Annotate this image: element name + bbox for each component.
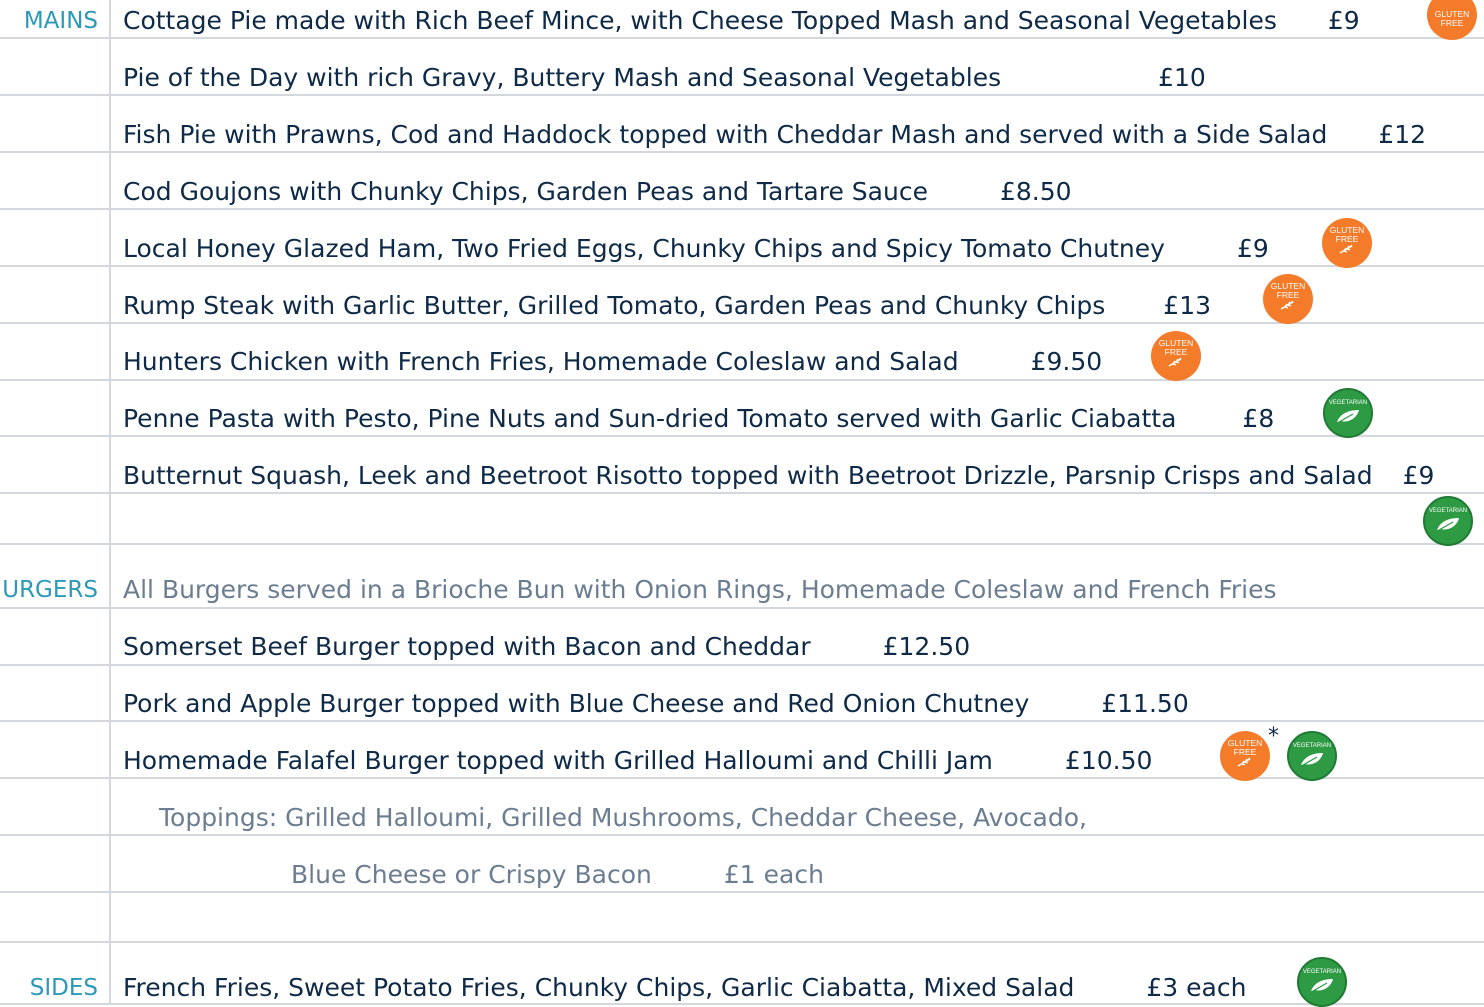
menu-item-name: Somerset Beef Burger topped with Bacon a…: [123, 632, 811, 661]
ruled-line: [0, 777, 1484, 779]
vegetarian-badge: VEGETARIAN: [1287, 731, 1337, 781]
ruled-line: [0, 37, 1484, 39]
ruled-line: [0, 720, 1484, 722]
menu-item: Pie of the Day with rich Gravy, Buttery …: [123, 63, 1206, 93]
gluten-free-badge: GLUTEN FREE: [1151, 331, 1201, 381]
gluten-free-badge-text: GLUTEN FREE: [1158, 338, 1194, 357]
menu-item-price: £8: [1242, 404, 1275, 433]
menu-item: Rump Steak with Garlic Butter, Grilled T…: [123, 291, 1211, 321]
vegetarian-badge-text: VEGETARIAN: [1292, 742, 1332, 749]
leaf-icon: [1311, 978, 1333, 992]
wheat-icon: [1237, 757, 1251, 767]
menu-item: Fish Pie with Prawns, Cod and Haddock to…: [123, 120, 1426, 150]
wheat-icon: [1339, 244, 1353, 254]
ruled-line: [0, 435, 1484, 437]
menu-item-price: £9: [1402, 461, 1435, 490]
vegetarian-badge: VEGETARIAN: [1323, 388, 1373, 438]
leaf-icon: [1337, 409, 1359, 423]
menu-item-price: £9: [1236, 234, 1269, 263]
ruled-line: [0, 94, 1484, 96]
section-label-sides: SIDES: [29, 975, 98, 1001]
menu-item-name: Homemade Falafel Burger topped with Gril…: [123, 746, 993, 775]
gluten-free-asterisk: *: [1268, 724, 1279, 749]
toppings-price: £1 each: [723, 860, 824, 889]
menu-item: Pork and Apple Burger topped with Blue C…: [123, 689, 1189, 719]
ruled-line: [0, 492, 1484, 494]
section-label-mains: MAINS: [23, 8, 98, 34]
vegetarian-badge: VEGETARIAN: [1423, 496, 1473, 546]
leaf-icon: [1301, 752, 1323, 766]
menu-item-name: Penne Pasta with Pesto, Pine Nuts and Su…: [123, 404, 1177, 433]
menu-item: Homemade Falafel Burger topped with Gril…: [123, 746, 1152, 776]
menu-item-price: £8.50: [999, 177, 1072, 206]
wheat-icon: [1280, 300, 1294, 310]
wheat-icon: [1168, 357, 1182, 367]
ruled-line: [0, 265, 1484, 267]
ruled-line: [0, 379, 1484, 381]
toppings-line-2: Blue Cheese or Crispy Bacon £1 each: [291, 860, 824, 890]
menu-item-price: £13: [1163, 291, 1212, 320]
menu-item: French Fries, Sweet Potato Fries, Chunky…: [123, 973, 1246, 1003]
vegetarian-badge-text: VEGETARIAN: [1428, 507, 1468, 514]
menu-item: Cod Goujons with Chunky Chips, Garden Pe…: [123, 177, 1072, 207]
ruled-line: [0, 834, 1484, 836]
gluten-free-badge: GLUTEN FREE: [1263, 274, 1313, 324]
gluten-free-badge-text: GLUTEN FREE: [1227, 738, 1263, 757]
ruled-line: [0, 664, 1484, 666]
gluten-free-badge-text: GLUTEN FREE: [1270, 281, 1306, 300]
section-label-burgers: URGERS: [2, 577, 98, 603]
gluten-free-badge-text: GLUTEN FREE: [1434, 9, 1470, 28]
menu-item-price: £9: [1327, 6, 1360, 35]
toppings-text: Blue Cheese or Crispy Bacon: [291, 860, 652, 889]
gluten-free-badge: GLUTEN FREE: [1322, 218, 1372, 268]
gluten-free-badge: GLUTEN FREE: [1220, 731, 1270, 781]
menu-item-name: Butternut Squash, Leek and Beetroot Riso…: [123, 461, 1373, 490]
ruled-line: [0, 322, 1484, 324]
vegetarian-badge-text: VEGETARIAN: [1328, 399, 1368, 406]
menu-item-price: £3 each: [1146, 973, 1247, 1002]
menu-item: Local Honey Glazed Ham, Two Fried Eggs, …: [123, 234, 1269, 264]
menu-item: Cottage Pie made with Rich Beef Mince, w…: [123, 6, 1360, 36]
menu-item-name: Pork and Apple Burger topped with Blue C…: [123, 689, 1030, 718]
menu-item-price: £12: [1378, 120, 1427, 149]
margin-line: [109, 0, 111, 1005]
menu-item-name: Hunters Chicken with French Fries, Homem…: [123, 347, 959, 376]
menu-item-price: £10.50: [1064, 746, 1153, 775]
menu-item: Somerset Beef Burger topped with Bacon a…: [123, 632, 970, 662]
menu-item: Penne Pasta with Pesto, Pine Nuts and Su…: [123, 404, 1274, 434]
ruled-line: [0, 543, 1484, 545]
menu-item-name: Rump Steak with Garlic Butter, Grilled T…: [123, 291, 1106, 320]
ruled-line: [0, 151, 1484, 153]
menu-item-name: Cottage Pie made with Rich Beef Mince, w…: [123, 6, 1277, 35]
menu-item-price: £10: [1158, 63, 1206, 92]
menu-item-name: Cod Goujons with Chunky Chips, Garden Pe…: [123, 177, 928, 206]
ruled-line: [0, 891, 1484, 893]
menu-item: Butternut Squash, Leek and Beetroot Riso…: [123, 461, 1434, 491]
menu-item: Hunters Chicken with French Fries, Homem…: [123, 347, 1102, 377]
menu-item-name: Local Honey Glazed Ham, Two Fried Eggs, …: [123, 234, 1165, 263]
menu-item-price: £9.50: [1030, 347, 1103, 376]
menu-item-price: £12.50: [882, 632, 971, 661]
ruled-line: [0, 607, 1484, 609]
leaf-icon: [1437, 517, 1459, 531]
gluten-free-badge-text: GLUTEN FREE: [1329, 225, 1365, 244]
vegetarian-badge-text: VEGETARIAN: [1302, 968, 1342, 975]
menu-item-name: Pie of the Day with rich Gravy, Buttery …: [123, 63, 1002, 92]
menu-item-price: £11.50: [1101, 689, 1189, 718]
toppings-line-1: Toppings: Grilled Halloumi, Grilled Mush…: [159, 803, 1087, 832]
menu-item-name: Fish Pie with Prawns, Cod and Haddock to…: [123, 120, 1328, 149]
burgers-intro: All Burgers served in a Brioche Bun with…: [123, 575, 1277, 604]
menu-item-name: French Fries, Sweet Potato Fries, Chunky…: [123, 973, 1075, 1002]
ruled-line: [0, 208, 1484, 210]
gluten-free-badge: GLUTEN FREE: [1427, 0, 1477, 40]
ruled-line: [0, 941, 1484, 943]
vegetarian-badge: VEGETARIAN: [1297, 957, 1347, 1007]
